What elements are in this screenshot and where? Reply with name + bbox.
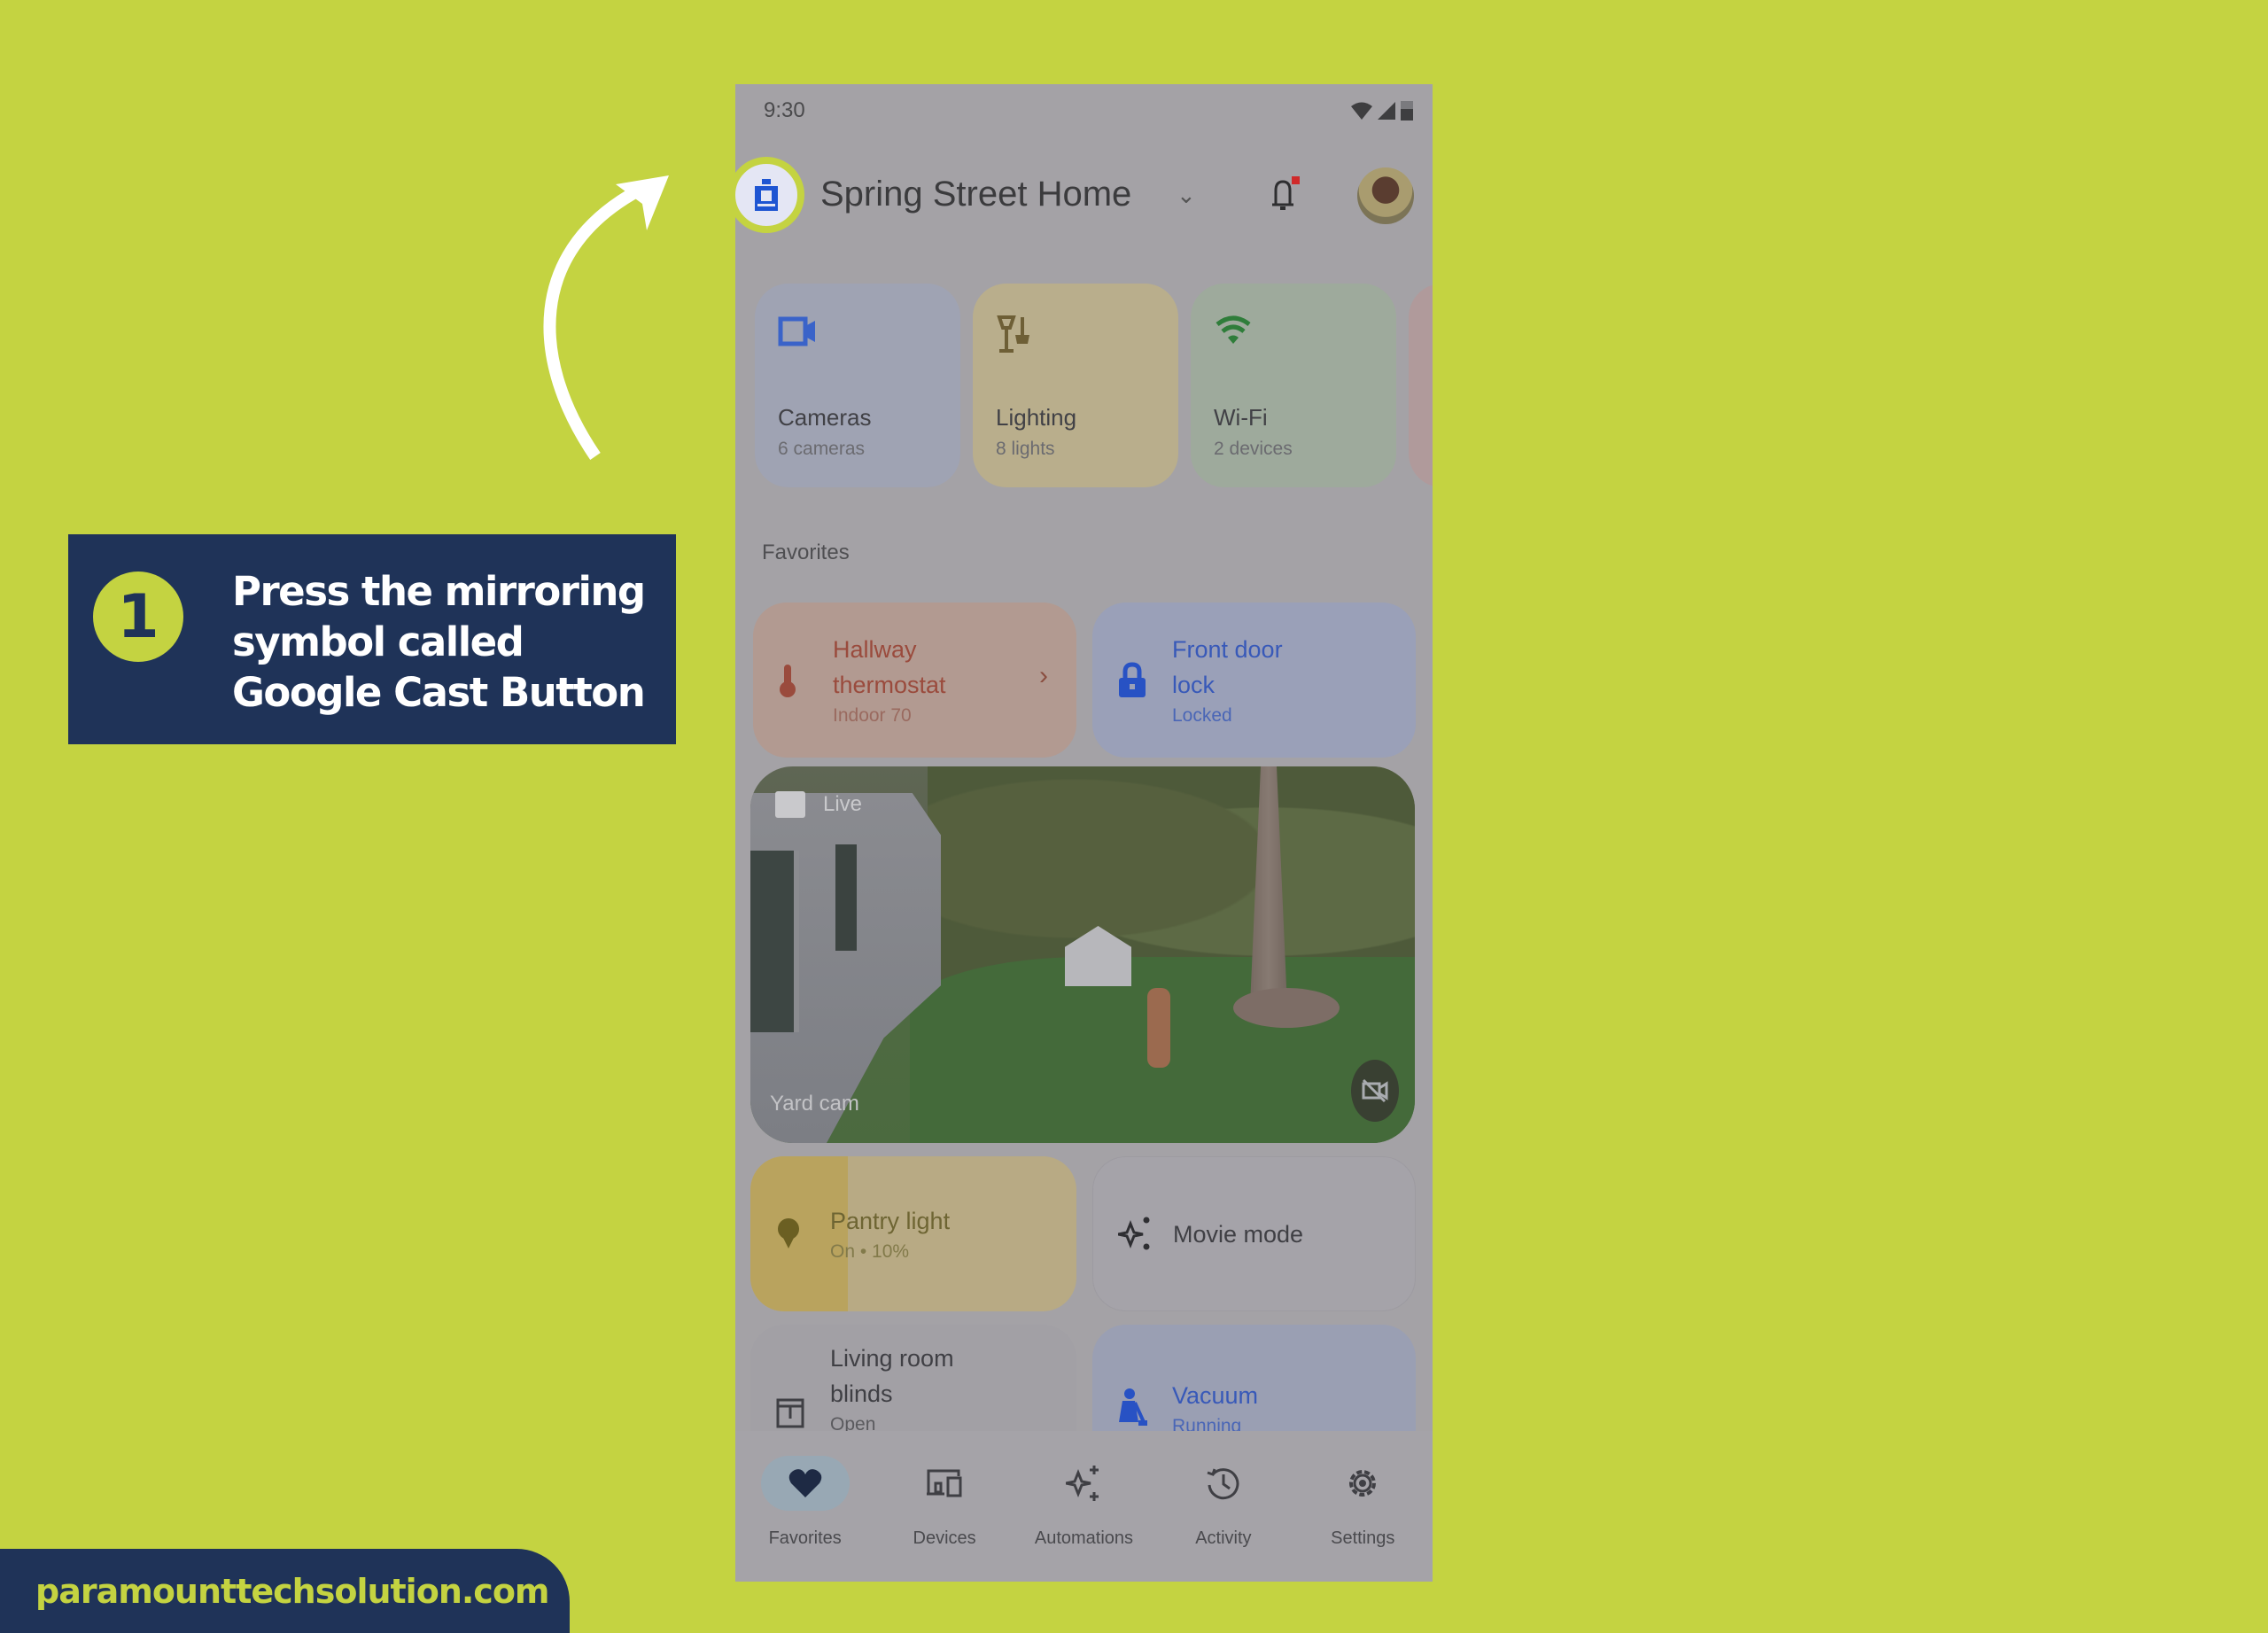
nav-tab-devices[interactable]: Devices	[882, 1456, 1006, 1582]
nav-label: Favorites	[768, 1528, 842, 1548]
yard-camera-feed[interactable]: Live Yard cam	[750, 766, 1415, 1143]
camera-image-mulch	[1233, 988, 1340, 1028]
movie-mode-name: Movie mode	[1173, 1220, 1304, 1248]
nav-label: Devices	[913, 1528, 976, 1548]
pantry-light-status: On • 10%	[830, 1240, 910, 1262]
live-label: Live	[823, 792, 863, 816]
camera-image-dog	[1147, 988, 1170, 1068]
favorite-front-door-lock[interactable]: Front door lock Locked	[1092, 603, 1416, 758]
tile-title: Lighting	[996, 404, 1077, 431]
nav-label: Automations	[1034, 1528, 1134, 1548]
favorite-thermostat[interactable]: Hallway thermostat Indoor 70 ›	[753, 603, 1076, 758]
home-cast-icon	[755, 179, 778, 211]
bell-icon	[1272, 176, 1300, 210]
website-footer: paramounttechsolution.com	[0, 1549, 570, 1633]
thermostat-name-line1: Hallway	[833, 635, 917, 663]
nav-tab-favorites[interactable]: Favorites	[743, 1456, 867, 1582]
notification-badge	[1292, 176, 1300, 184]
cellular-signal-icon	[1378, 102, 1395, 120]
wifi-icon	[1216, 315, 1251, 344]
status-icons	[1351, 101, 1413, 121]
blinds-name-line2: blinds	[830, 1380, 893, 1407]
lamp-icon	[997, 315, 1029, 353]
chevron-right-icon[interactable]: ›	[1039, 661, 1048, 691]
favorites-heading: Favorites	[762, 540, 850, 564]
nav-tab-automations[interactable]: Automations	[1021, 1456, 1146, 1582]
pantry-light-name: Pantry light	[830, 1207, 951, 1234]
live-camera-icon	[775, 791, 805, 818]
status-bar: 9:30	[735, 84, 1433, 137]
chevron-down-icon[interactable]: ⌄	[1177, 182, 1196, 209]
phone-screen: 9:30 Spring Street Home ⌄ Cameras 6 came…	[735, 84, 1433, 1582]
live-indicator: Live	[775, 791, 862, 818]
camera-off-icon	[1362, 1078, 1388, 1103]
category-tile-cameras[interactable]: Cameras 6 cameras	[755, 284, 960, 487]
lock-name-line2: lock	[1172, 671, 1216, 698]
arrow-shaft	[543, 180, 650, 460]
home-name[interactable]: Spring Street Home	[820, 175, 1131, 214]
instruction-text: Press the mirroring symbol called Google…	[232, 568, 646, 716]
thermostat-status: Indoor 70	[833, 704, 912, 726]
website-url[interactable]: paramounttechsolution.com	[35, 1572, 550, 1611]
category-tile-lighting[interactable]: Lighting 8 lights	[973, 284, 1178, 487]
wifi-icon	[1351, 102, 1372, 120]
tile-title: Cameras	[778, 404, 872, 431]
vacuum-icon	[1119, 1388, 1147, 1426]
tile-title: Wi-Fi	[1214, 404, 1268, 431]
thermostat-name-line2: thermostat	[833, 671, 946, 698]
camera-icon	[778, 316, 815, 346]
notifications-button[interactable]	[1267, 175, 1302, 218]
tile-subtitle: 6 cameras	[778, 439, 866, 459]
status-time: 9:30	[764, 98, 805, 122]
nav-label: Settings	[1331, 1528, 1395, 1548]
favorite-pantry-light[interactable]: Pantry light On • 10%	[750, 1156, 1076, 1311]
camera-image-window	[835, 844, 857, 951]
history-icon	[1207, 1468, 1239, 1500]
nav-tab-activity[interactable]: Activity	[1161, 1456, 1285, 1582]
bottom-navigation: Favorites Devices Automations Activity S…	[735, 1431, 1433, 1582]
vacuum-name: Vacuum	[1172, 1382, 1259, 1409]
avatar[interactable]	[1357, 167, 1414, 224]
step-number-badge: 1	[93, 572, 183, 662]
tile-subtitle: 2 devices	[1214, 439, 1293, 459]
blinds-name-line1: Living room	[830, 1345, 954, 1372]
camera-name: Yard cam	[770, 1092, 859, 1116]
lock-status: Locked	[1172, 704, 1232, 726]
thermometer-icon	[780, 664, 796, 697]
sparkle-icon	[1118, 1217, 1150, 1249]
camera-off-button[interactable]	[1351, 1060, 1399, 1122]
category-tiles: Cameras 6 cameras Lighting 8 lights Wi-F…	[755, 284, 1433, 496]
category-tile-partial[interactable]	[1409, 284, 1433, 487]
category-tile-wifi[interactable]: Wi-Fi 2 devices	[1191, 284, 1396, 487]
heart-icon	[788, 1469, 821, 1497]
cast-button[interactable]	[735, 157, 804, 233]
devices-icon	[927, 1469, 962, 1497]
lock-icon	[1119, 661, 1146, 697]
gear-icon	[1349, 1470, 1377, 1497]
lock-name-line1: Front door	[1172, 635, 1283, 663]
battery-icon	[1401, 101, 1413, 121]
instruction-callout: 1 Press the mirroring symbol called Goog…	[68, 534, 676, 744]
tile-subtitle: 8 lights	[996, 439, 1055, 459]
bulb-icon	[778, 1217, 799, 1248]
camera-image-window	[750, 851, 799, 1032]
nav-tab-settings[interactable]: Settings	[1301, 1456, 1425, 1582]
blinds-icon	[776, 1398, 804, 1428]
app-header: Spring Street Home ⌄	[735, 155, 1433, 235]
favorite-movie-mode[interactable]: Movie mode	[1092, 1156, 1416, 1311]
sparkle-icon	[1066, 1466, 1099, 1501]
nav-label: Activity	[1195, 1528, 1252, 1548]
